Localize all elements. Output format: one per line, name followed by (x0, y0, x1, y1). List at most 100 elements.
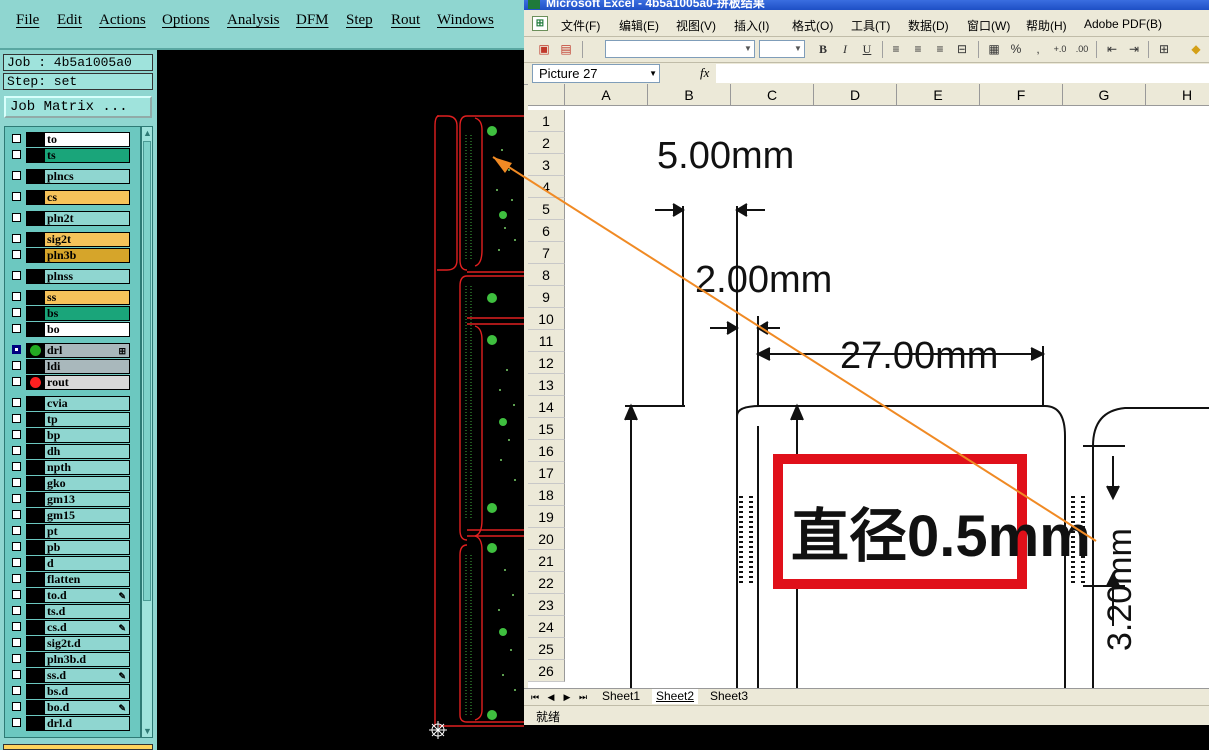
layer-row-bo-d[interactable]: bo.d ✎ (8, 700, 130, 715)
layer-checkbox[interactable] (12, 702, 21, 711)
layer-name[interactable]: npth (44, 460, 130, 475)
row-header-11[interactable]: 11 (528, 330, 565, 352)
layer-name[interactable]: sig2t.d (44, 636, 130, 651)
row-header-24[interactable]: 24 (528, 616, 565, 638)
fill-color-icon[interactable]: ◆ (1188, 41, 1204, 57)
fx-icon[interactable]: fx (700, 65, 709, 81)
layer-name[interactable]: tp (44, 412, 130, 427)
layer-row-dh[interactable]: dh (8, 444, 130, 459)
layer-name[interactable]: flatten (44, 572, 130, 587)
layer-name[interactable]: pln3b (44, 248, 130, 263)
layer-row-pb[interactable]: pb (8, 540, 130, 555)
layer-name[interactable]: pln3b.d (44, 652, 130, 667)
row-header-20[interactable]: 20 (528, 528, 565, 550)
sheet-tab-sheet2[interactable]: Sheet2 (652, 689, 699, 704)
comma-style-icon[interactable]: , (1030, 41, 1046, 57)
cam-menu-windows[interactable]: Windows (437, 12, 494, 29)
layer-row-cs[interactable]: cs (8, 190, 130, 205)
align-center-icon[interactable]: ≡ (910, 41, 926, 57)
layer-checkbox[interactable] (12, 654, 21, 663)
row-header-19[interactable]: 19 (528, 506, 565, 528)
layer-row-bp[interactable]: bp (8, 428, 130, 443)
merge-center-icon[interactable]: ⊟ (954, 41, 970, 57)
last-sheet-icon[interactable]: ⏭ (576, 690, 590, 704)
chevron-down-icon[interactable]: ▼ (649, 65, 657, 82)
layer-checkbox[interactable] (12, 345, 21, 354)
layer-name[interactable]: bp (44, 428, 130, 443)
bold-icon[interactable]: B (815, 41, 831, 57)
sheet-tab-sheet3[interactable]: Sheet3 (706, 689, 752, 704)
embedded-picture[interactable]: 5.00mm 2.00mm 27.00mm 3.20mm 直径0.5mm (565, 106, 1209, 688)
increase-decimal-icon[interactable]: +.0 (1052, 41, 1068, 57)
formula-input[interactable] (716, 64, 1209, 83)
layer-row-drl[interactable]: drl ⊞ (8, 343, 130, 358)
cam-menu-rout[interactable]: Rout (391, 12, 420, 29)
layer-name[interactable]: to (44, 132, 130, 147)
column-header-e[interactable]: E (897, 84, 980, 106)
next-sheet-icon[interactable]: ▶ (560, 690, 574, 704)
decrease-decimal-icon[interactable]: .00 (1074, 41, 1090, 57)
layer-row-plncs[interactable]: plncs (8, 169, 130, 184)
row-header-25[interactable]: 25 (528, 638, 565, 660)
layer-row-pln3b-d[interactable]: pln3b.d (8, 652, 130, 667)
layer-name[interactable]: plncs (44, 169, 130, 184)
layer-row-cvia[interactable]: cvia (8, 396, 130, 411)
decrease-indent-icon[interactable]: ⇤ (1104, 41, 1120, 57)
layer-row-ss[interactable]: ss (8, 290, 130, 305)
layer-name[interactable]: cs.d ✎ (44, 620, 130, 635)
excel-menu-item[interactable]: 视图(V) (676, 17, 716, 34)
sheet-tab-sheet1[interactable]: Sheet1 (598, 689, 644, 704)
increase-indent-icon[interactable]: ⇥ (1126, 41, 1142, 57)
layer-row-to-d[interactable]: to.d ✎ (8, 588, 130, 603)
layer-row-pln2t[interactable]: pln2t (8, 211, 130, 226)
layer-checkbox[interactable] (12, 638, 21, 647)
layer-checkbox[interactable] (12, 361, 21, 370)
layer-row-sig2t[interactable]: sig2t (8, 232, 130, 247)
layer-name[interactable]: drl.d (44, 716, 130, 731)
first-sheet-icon[interactable]: ⏮ (528, 690, 542, 704)
row-header-4[interactable]: 4 (528, 176, 565, 198)
layer-checkbox[interactable] (12, 377, 21, 386)
scroll-down-arrow-icon[interactable]: ▼ (143, 725, 152, 737)
row-header-8[interactable]: 8 (528, 264, 565, 286)
row-header-14[interactable]: 14 (528, 396, 565, 418)
excel-menu-item[interactable]: 数据(D) (908, 17, 949, 34)
layer-name[interactable]: ts (44, 148, 130, 163)
layer-name[interactable]: bs (44, 306, 130, 321)
cam-menu-options[interactable]: Options (162, 12, 210, 29)
layer-row-npth[interactable]: npth (8, 460, 130, 475)
layer-checkbox[interactable] (12, 414, 21, 423)
pdf-attach-icon[interactable]: ▤ (558, 41, 574, 57)
layer-name[interactable]: d (44, 556, 130, 571)
layer-name[interactable]: bo.d ✎ (44, 700, 130, 715)
layer-row-flatten[interactable]: flatten (8, 572, 130, 587)
layer-checkbox[interactable] (12, 622, 21, 631)
layer-name[interactable]: gko (44, 476, 130, 491)
layer-checkbox[interactable] (12, 542, 21, 551)
row-header-12[interactable]: 12 (528, 352, 565, 374)
layer-row-drl-d[interactable]: drl.d (8, 716, 130, 731)
row-header-1[interactable]: 1 (528, 110, 565, 132)
row-header-16[interactable]: 16 (528, 440, 565, 462)
row-header-3[interactable]: 3 (528, 154, 565, 176)
layer-row-pln3b[interactable]: pln3b (8, 248, 130, 263)
row-header-5[interactable]: 5 (528, 198, 565, 220)
align-left-icon[interactable]: ≡ (888, 41, 904, 57)
layer-row-ss-d[interactable]: ss.d ✎ (8, 668, 130, 683)
layer-checkbox[interactable] (12, 292, 21, 301)
layer-checkbox[interactable] (12, 462, 21, 471)
row-header-15[interactable]: 15 (528, 418, 565, 440)
cam-menu-actions[interactable]: Actions (99, 12, 146, 29)
layer-name[interactable]: pb (44, 540, 130, 555)
layer-name[interactable]: bo (44, 322, 130, 337)
row-header-9[interactable]: 9 (528, 286, 565, 308)
row-header-13[interactable]: 13 (528, 374, 565, 396)
job-matrix-button[interactable]: Job Matrix ... (4, 96, 152, 118)
layer-checkbox[interactable] (12, 430, 21, 439)
layer-row-gm13[interactable]: gm13 (8, 492, 130, 507)
row-header-23[interactable]: 23 (528, 594, 565, 616)
underline-icon[interactable]: U (859, 41, 875, 57)
layer-name[interactable]: cs (44, 190, 130, 205)
cam-menu-edit[interactable]: Edit (57, 12, 82, 29)
layer-name[interactable]: gm15 (44, 508, 130, 523)
